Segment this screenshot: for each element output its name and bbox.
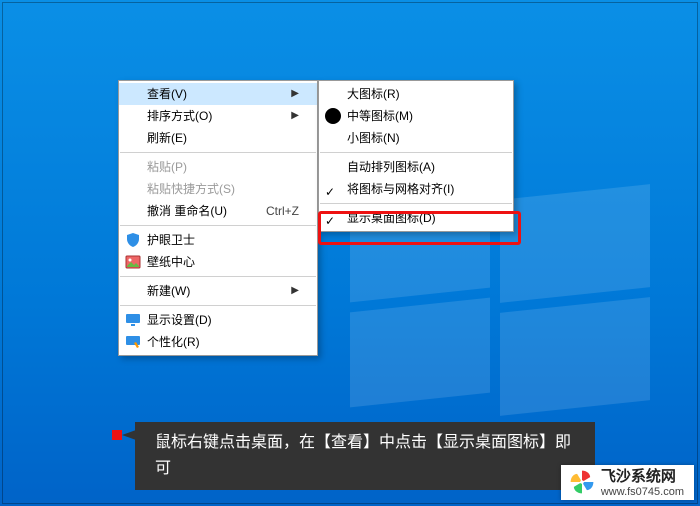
menu-separator bbox=[120, 152, 316, 153]
menu-item-label: 排序方式(O) bbox=[147, 105, 273, 127]
instruction-caption: 鼠标右键点击桌面，在【查看】中点击【显示桌面图标】即可 bbox=[135, 422, 595, 490]
menu-item-medium-icons[interactable]: 中等图标(M) bbox=[319, 105, 513, 127]
menu-item-label: 个性化(R) bbox=[147, 331, 299, 353]
pinwheel-icon bbox=[569, 469, 595, 498]
menu-item-display-settings[interactable]: 显示设置(D) bbox=[119, 309, 317, 331]
check-icon: ✓ bbox=[319, 181, 347, 197]
menu-item-label: 壁纸中心 bbox=[147, 251, 299, 273]
caption-pointer-arrow bbox=[122, 430, 136, 440]
menu-separator bbox=[120, 225, 316, 226]
menu-item-label: 查看(V) bbox=[147, 83, 273, 105]
menu-item-paste: 粘贴(P) bbox=[119, 156, 317, 178]
menu-separator bbox=[320, 203, 512, 204]
menu-item-paste-shortcut: 粘贴快捷方式(S) bbox=[119, 178, 317, 200]
menu-item-sort[interactable]: 排序方式(O) ▶ bbox=[119, 105, 317, 127]
desktop[interactable]: 查看(V) ▶ 排序方式(O) ▶ 刷新(E) 粘贴(P) 粘贴快捷方式(S) … bbox=[0, 0, 700, 506]
site-watermark: 飞沙系统网 www.fs0745.com bbox=[561, 465, 694, 500]
menu-item-view[interactable]: 查看(V) ▶ bbox=[119, 83, 317, 105]
paint-icon bbox=[119, 334, 147, 350]
menu-item-label: 将图标与网格对齐(I) bbox=[347, 178, 495, 200]
menu-item-label: 显示桌面图标(D) bbox=[347, 207, 495, 229]
submenu-arrow-icon: ▶ bbox=[291, 105, 299, 127]
menu-item-small-icons[interactable]: 小图标(N) bbox=[319, 127, 513, 149]
check-icon: ✓ bbox=[319, 210, 347, 226]
menu-item-personalize[interactable]: 个性化(R) bbox=[119, 331, 317, 353]
menu-item-label: 小图标(N) bbox=[347, 127, 495, 149]
monitor-icon bbox=[119, 312, 147, 328]
menu-item-eye-guard[interactable]: 护眼卫士 bbox=[119, 229, 317, 251]
menu-item-label: 大图标(R) bbox=[347, 83, 495, 105]
caption-pointer-dot bbox=[112, 430, 122, 440]
menu-item-show-desktop-icons[interactable]: ✓ 显示桌面图标(D) bbox=[319, 207, 513, 229]
desktop-context-menu: 查看(V) ▶ 排序方式(O) ▶ 刷新(E) 粘贴(P) 粘贴快捷方式(S) … bbox=[118, 80, 318, 356]
shield-icon bbox=[119, 232, 147, 248]
menu-separator bbox=[120, 305, 316, 306]
menu-item-refresh[interactable]: 刷新(E) bbox=[119, 127, 317, 149]
menu-item-new[interactable]: 新建(W) ▶ bbox=[119, 280, 317, 302]
view-submenu: 大图标(R) 中等图标(M) 小图标(N) 自动排列图标(A) ✓ 将图标与网格… bbox=[318, 80, 514, 232]
menu-item-align-to-grid[interactable]: ✓ 将图标与网格对齐(I) bbox=[319, 178, 513, 200]
menu-item-label: 中等图标(M) bbox=[347, 105, 495, 127]
menu-item-label: 撤消 重命名(U) bbox=[147, 200, 236, 222]
menu-separator bbox=[320, 152, 512, 153]
menu-item-wallpaper-center[interactable]: 壁纸中心 bbox=[119, 251, 317, 273]
menu-item-label: 自动排列图标(A) bbox=[347, 156, 495, 178]
menu-item-label: 显示设置(D) bbox=[147, 309, 299, 331]
radio-selected-icon bbox=[319, 108, 347, 124]
submenu-arrow-icon: ▶ bbox=[291, 83, 299, 105]
menu-item-label: 刷新(E) bbox=[147, 127, 299, 149]
menu-item-shortcut: Ctrl+Z bbox=[266, 200, 299, 222]
watermark-title: 飞沙系统网 bbox=[601, 469, 684, 486]
menu-item-label: 护眼卫士 bbox=[147, 229, 299, 251]
menu-item-undo-rename[interactable]: 撤消 重命名(U) Ctrl+Z bbox=[119, 200, 317, 222]
picture-icon bbox=[119, 254, 147, 270]
watermark-url: www.fs0745.com bbox=[601, 486, 684, 498]
submenu-arrow-icon: ▶ bbox=[291, 280, 299, 302]
menu-item-label: 粘贴(P) bbox=[147, 156, 299, 178]
menu-separator bbox=[120, 276, 316, 277]
menu-item-large-icons[interactable]: 大图标(R) bbox=[319, 83, 513, 105]
menu-item-auto-arrange[interactable]: 自动排列图标(A) bbox=[319, 156, 513, 178]
menu-item-label: 粘贴快捷方式(S) bbox=[147, 178, 299, 200]
menu-item-label: 新建(W) bbox=[147, 280, 273, 302]
